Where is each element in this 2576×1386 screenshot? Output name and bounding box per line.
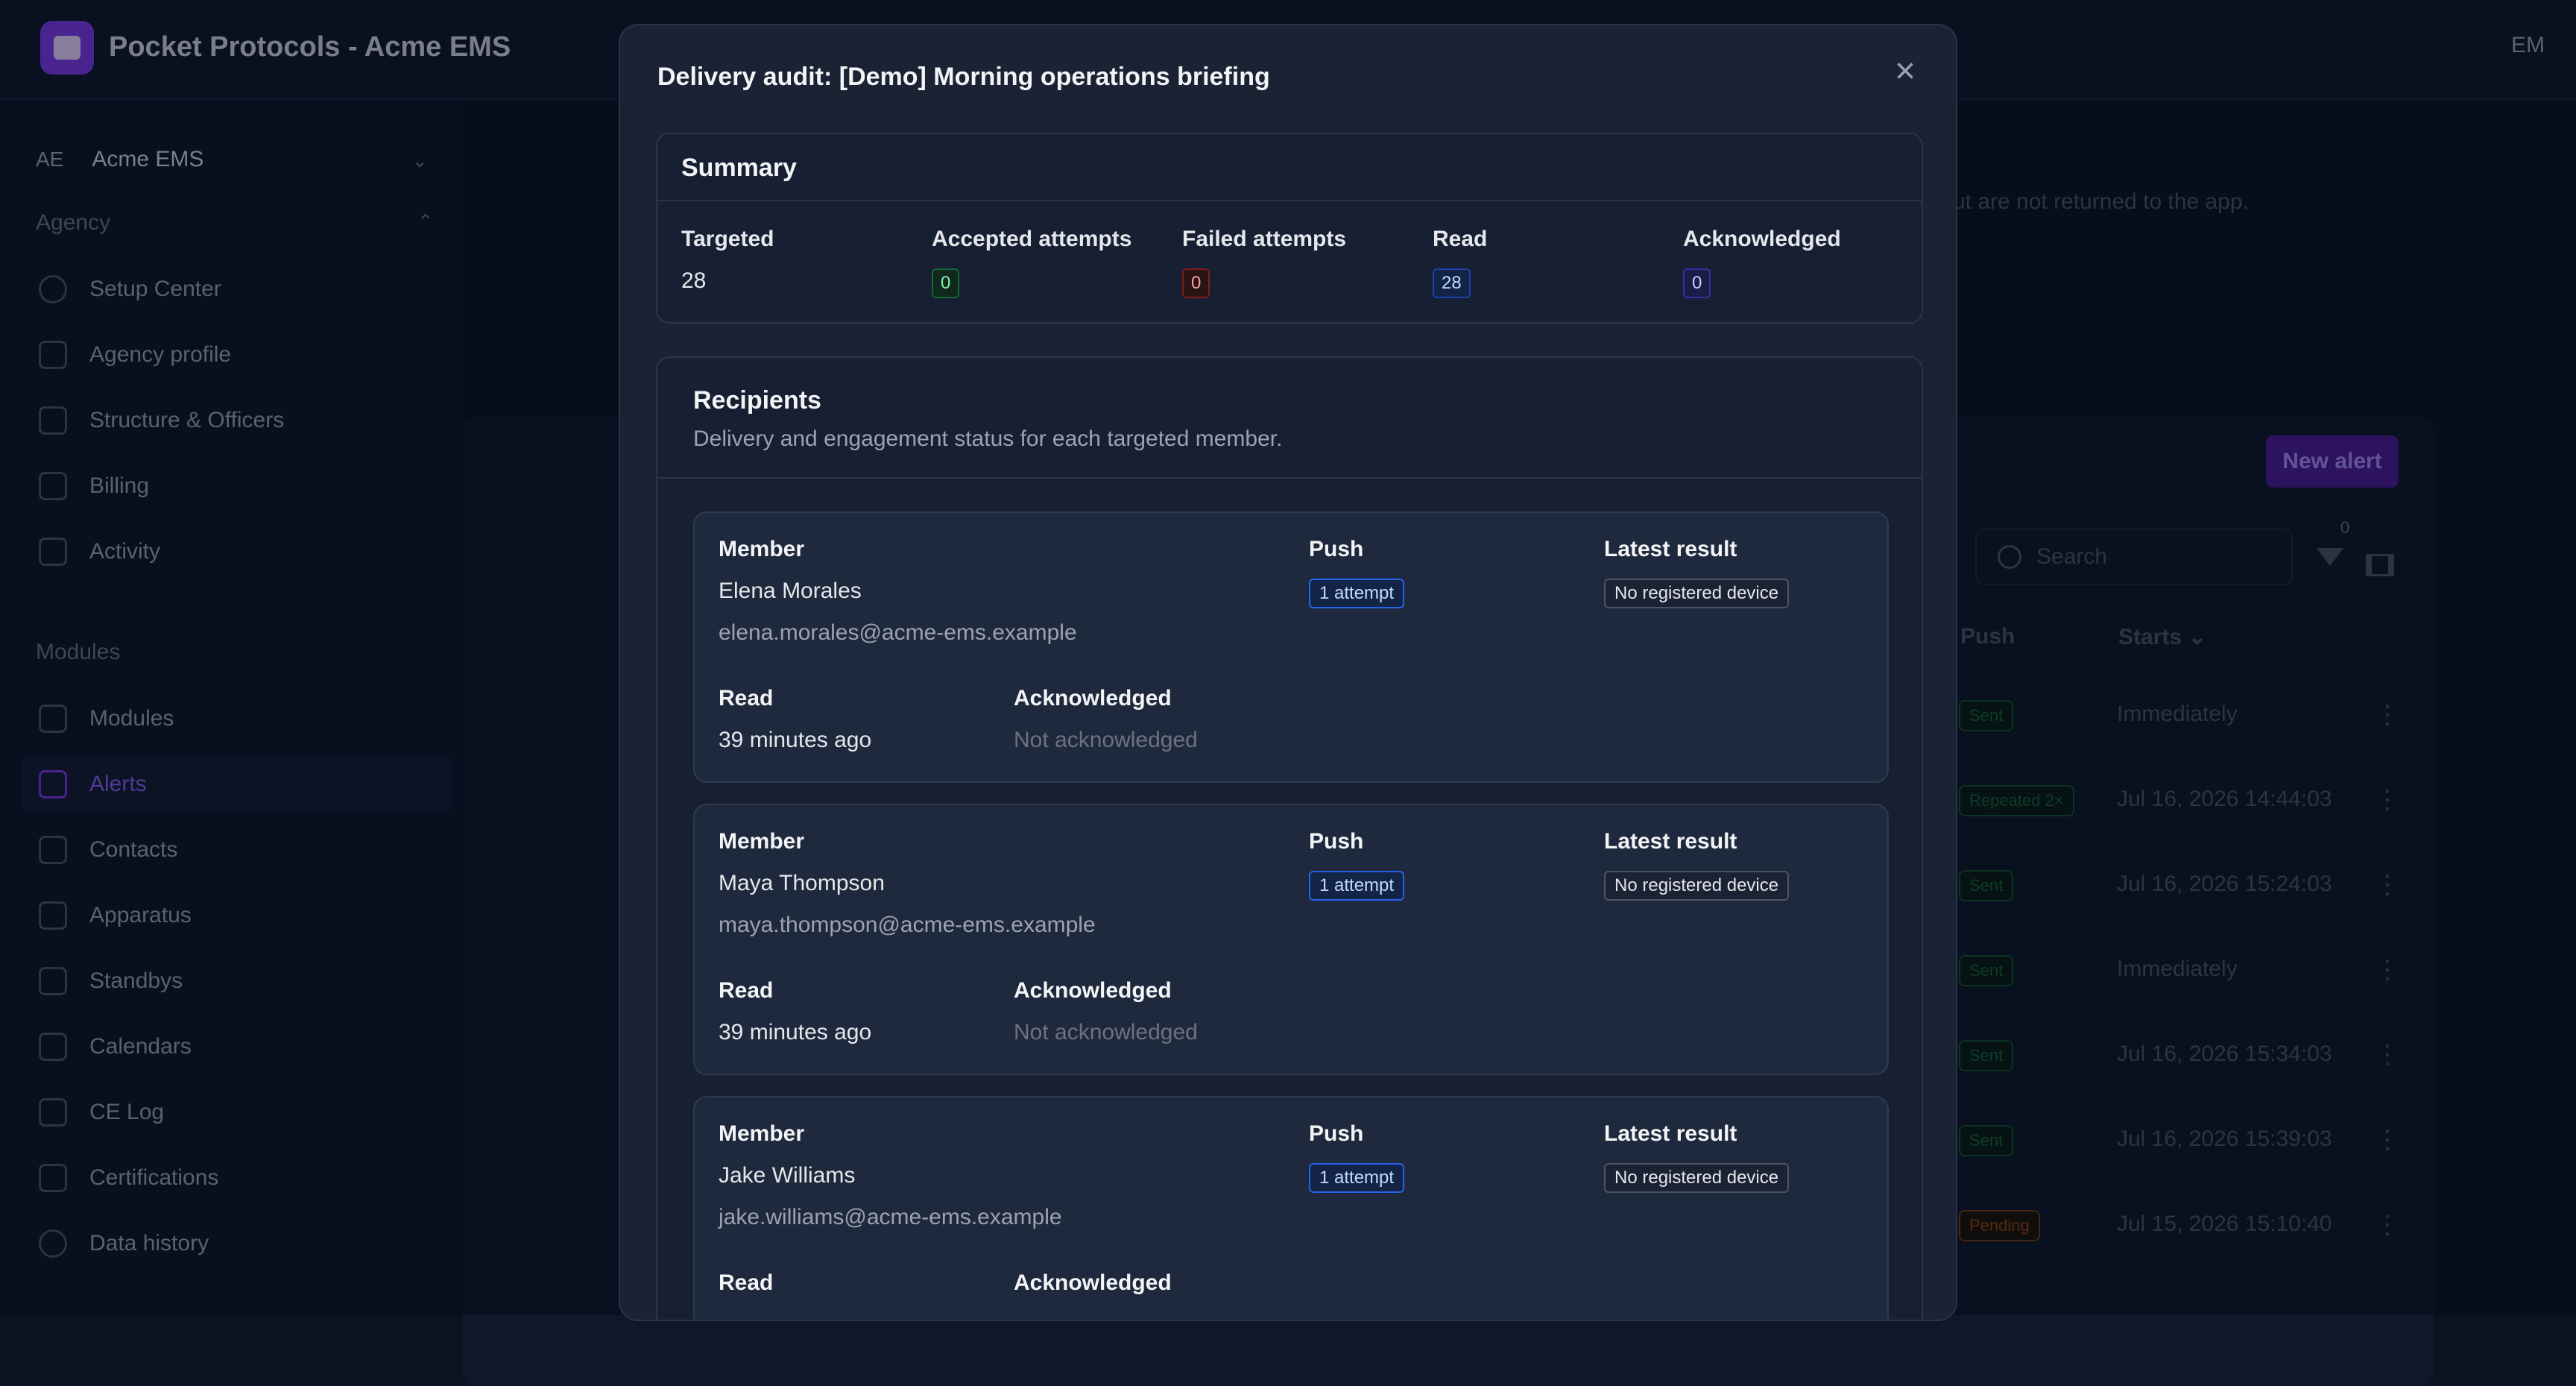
latest-result-label: Latest result: [1604, 829, 1737, 854]
close-icon[interactable]: ×: [1889, 54, 1922, 89]
read-count-badge: 28: [1433, 268, 1471, 298]
accepted-count-badge: 0: [932, 268, 960, 298]
stat-accepted-attempts: Accepted attempts 0: [932, 227, 1131, 298]
push-attempt-badge: 1 attempt: [1309, 871, 1405, 901]
stat-label: Targeted: [681, 227, 774, 251]
acknowledged-value: Not acknowledged: [1014, 1020, 1198, 1045]
summary-heading: Summary: [681, 154, 797, 182]
push-attempt-badge: 1 attempt: [1309, 1163, 1405, 1193]
stat-acknowledged: Acknowledged 0: [1683, 227, 1841, 298]
read-label: Read: [719, 686, 774, 711]
recipient-card: Member Jake Williams jake.williams@acme-…: [693, 1096, 1889, 1320]
summary-card: Summary Targeted 28 Accepted attempts 0 …: [656, 133, 1923, 324]
latest-result-label: Latest result: [1604, 1121, 1737, 1146]
stat-value: 28: [681, 268, 707, 293]
latest-result-badge: No registered device: [1604, 871, 1790, 901]
delivery-audit-modal: Delivery audit: [Demo] Morning operation…: [619, 24, 1957, 1321]
push-label: Push: [1309, 1121, 1364, 1146]
acknowledged-count-badge: 0: [1683, 268, 1711, 298]
divider: [657, 477, 1922, 479]
read-value: 39 minutes ago: [719, 728, 872, 752]
member-label: Member: [719, 829, 805, 854]
recipients-card: Recipients Delivery and engagement statu…: [656, 356, 1923, 1320]
stat-label: Accepted attempts: [932, 227, 1132, 251]
recipient-card: Member Maya Thompson maya.thompson@acme-…: [693, 804, 1889, 1075]
read-label: Read: [719, 978, 774, 1003]
push-label: Push: [1309, 829, 1364, 854]
stat-label: Acknowledged: [1683, 227, 1841, 251]
latest-result-badge: No registered device: [1604, 579, 1790, 608]
stat-label: Failed attempts: [1182, 227, 1347, 251]
push-attempt-badge: 1 attempt: [1309, 579, 1405, 608]
latest-result-badge: No registered device: [1604, 1163, 1790, 1193]
member-name: Elena Morales: [719, 579, 862, 603]
read-label: Read: [719, 1270, 774, 1295]
member-label: Member: [719, 537, 805, 561]
stat-label: Read: [1433, 227, 1488, 251]
divider: [657, 200, 1922, 201]
stat-read: Read 28: [1433, 227, 1487, 298]
member-name: Maya Thompson: [719, 871, 885, 895]
acknowledged-label: Acknowledged: [1014, 686, 1172, 711]
member-label: Member: [719, 1121, 805, 1146]
stat-failed-attempts: Failed attempts 0: [1182, 227, 1346, 298]
latest-result-label: Latest result: [1604, 537, 1737, 561]
acknowledged-label: Acknowledged: [1014, 1270, 1172, 1295]
acknowledged-label: Acknowledged: [1014, 978, 1172, 1003]
modal-title: Delivery audit: [Demo] Morning operation…: [657, 63, 1270, 91]
push-label: Push: [1309, 537, 1364, 561]
read-value: 39 minutes ago: [719, 1020, 872, 1045]
member-email: elena.morales@acme-ems.example: [719, 620, 1077, 645]
recipients-subtitle: Delivery and engagement status for each …: [693, 426, 1283, 451]
recipient-card: Member Elena Morales elena.morales@acme-…: [693, 511, 1889, 783]
member-email: jake.williams@acme-ems.example: [719, 1205, 1062, 1229]
acknowledged-value: Not acknowledged: [1014, 728, 1198, 752]
member-email: maya.thompson@acme-ems.example: [719, 913, 1096, 937]
member-name: Jake Williams: [719, 1163, 856, 1188]
failed-count-badge: 0: [1182, 268, 1210, 298]
recipients-heading: Recipients: [693, 386, 821, 415]
stat-targeted: Targeted 28: [681, 227, 774, 294]
